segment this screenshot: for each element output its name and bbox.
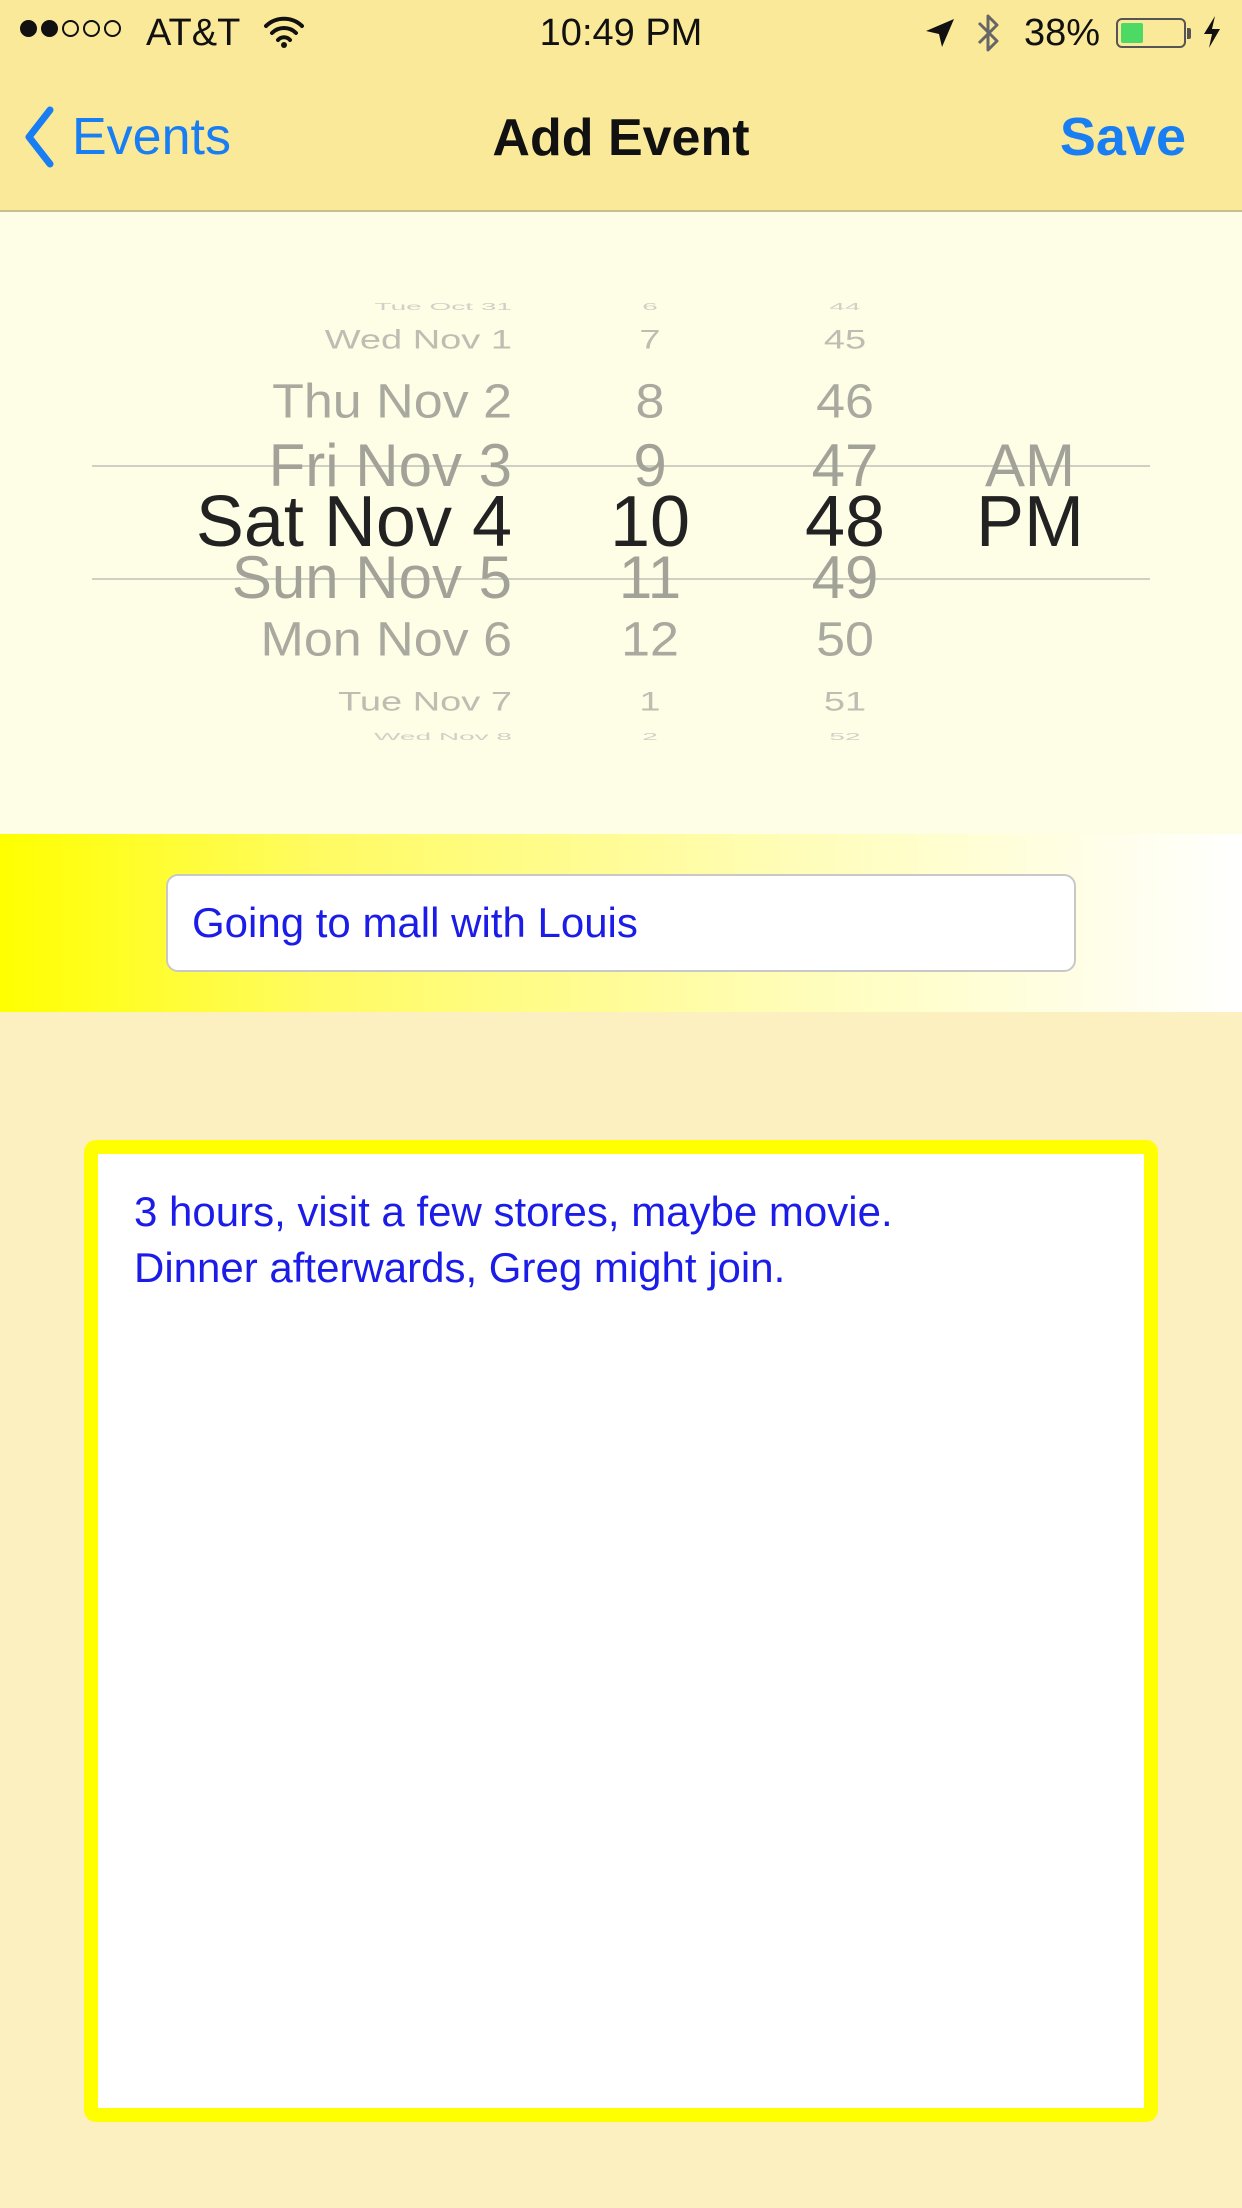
battery-fill <box>1121 23 1143 43</box>
picker-minute-option[interactable]: 45 <box>770 327 920 354</box>
picker-hour-option[interactable]: 1 <box>580 689 720 716</box>
picker-date-option[interactable]: Tue Nov 7 <box>338 689 512 716</box>
picker-minute-option[interactable]: 49 <box>770 548 920 608</box>
picker-minute-option[interactable]: 44 <box>770 302 920 312</box>
picker-hour-option[interactable]: 6 <box>580 302 720 312</box>
notes-line: 3 hours, visit a few stores, maybe movie… <box>134 1188 893 1235</box>
picker-date-option[interactable]: Mon Nov 6 <box>261 616 512 664</box>
picker-date-option[interactable]: Thu Nov 2 <box>272 378 512 426</box>
picker-minute-option[interactable]: 46 <box>770 378 920 426</box>
title-strip <box>0 834 1242 1012</box>
battery-icon <box>1116 18 1191 48</box>
location-arrow-icon <box>924 16 956 59</box>
picker-hour-option[interactable]: 8 <box>580 378 720 426</box>
picker-date-option[interactable]: Wed Nov 8 <box>374 732 512 742</box>
picker-minute-option[interactable]: 51 <box>770 689 920 716</box>
picker-date-option[interactable]: Wed Nov 1 <box>325 327 512 354</box>
event-notes-textarea[interactable]: 3 hours, visit a few stores, maybe movie… <box>84 1140 1158 2122</box>
battery-percent: 38% <box>1024 12 1101 54</box>
save-button[interactable]: Save <box>1060 106 1186 168</box>
battery-nub <box>1187 28 1191 39</box>
date-time-picker[interactable]: Tue Oct 31 6 44 Wed Nov 1 7 45 Thu Nov 2 8 46 Fri… <box>0 212 1242 834</box>
navigation-bar: Events Add Event Save <box>0 66 1242 212</box>
picker-date-option[interactable]: Sun Nov 5 <box>232 548 512 608</box>
picker-minute-option[interactable]: 52 <box>770 732 920 742</box>
status-bar: AT&T 10:49 PM 38% <box>0 0 1242 66</box>
picker-date-option[interactable]: Tue Oct 31 <box>375 302 512 312</box>
notes-line: Dinner afterwards, Greg might join. <box>134 1244 786 1291</box>
picker-hour-option[interactable]: 7 <box>580 327 720 354</box>
picker-selected-ampm[interactable]: PM <box>960 486 1100 558</box>
bluetooth-icon <box>976 12 1002 64</box>
picker-hour-option[interactable]: 12 <box>580 616 720 664</box>
picker-minute-option[interactable]: 50 <box>770 616 920 664</box>
charging-bolt-icon <box>1200 14 1224 60</box>
event-title-input[interactable] <box>166 874 1076 972</box>
page-title: Add Event <box>492 109 750 167</box>
picker-hour-option[interactable]: 2 <box>580 732 720 742</box>
picker-hour-option[interactable]: 11 <box>580 548 720 608</box>
